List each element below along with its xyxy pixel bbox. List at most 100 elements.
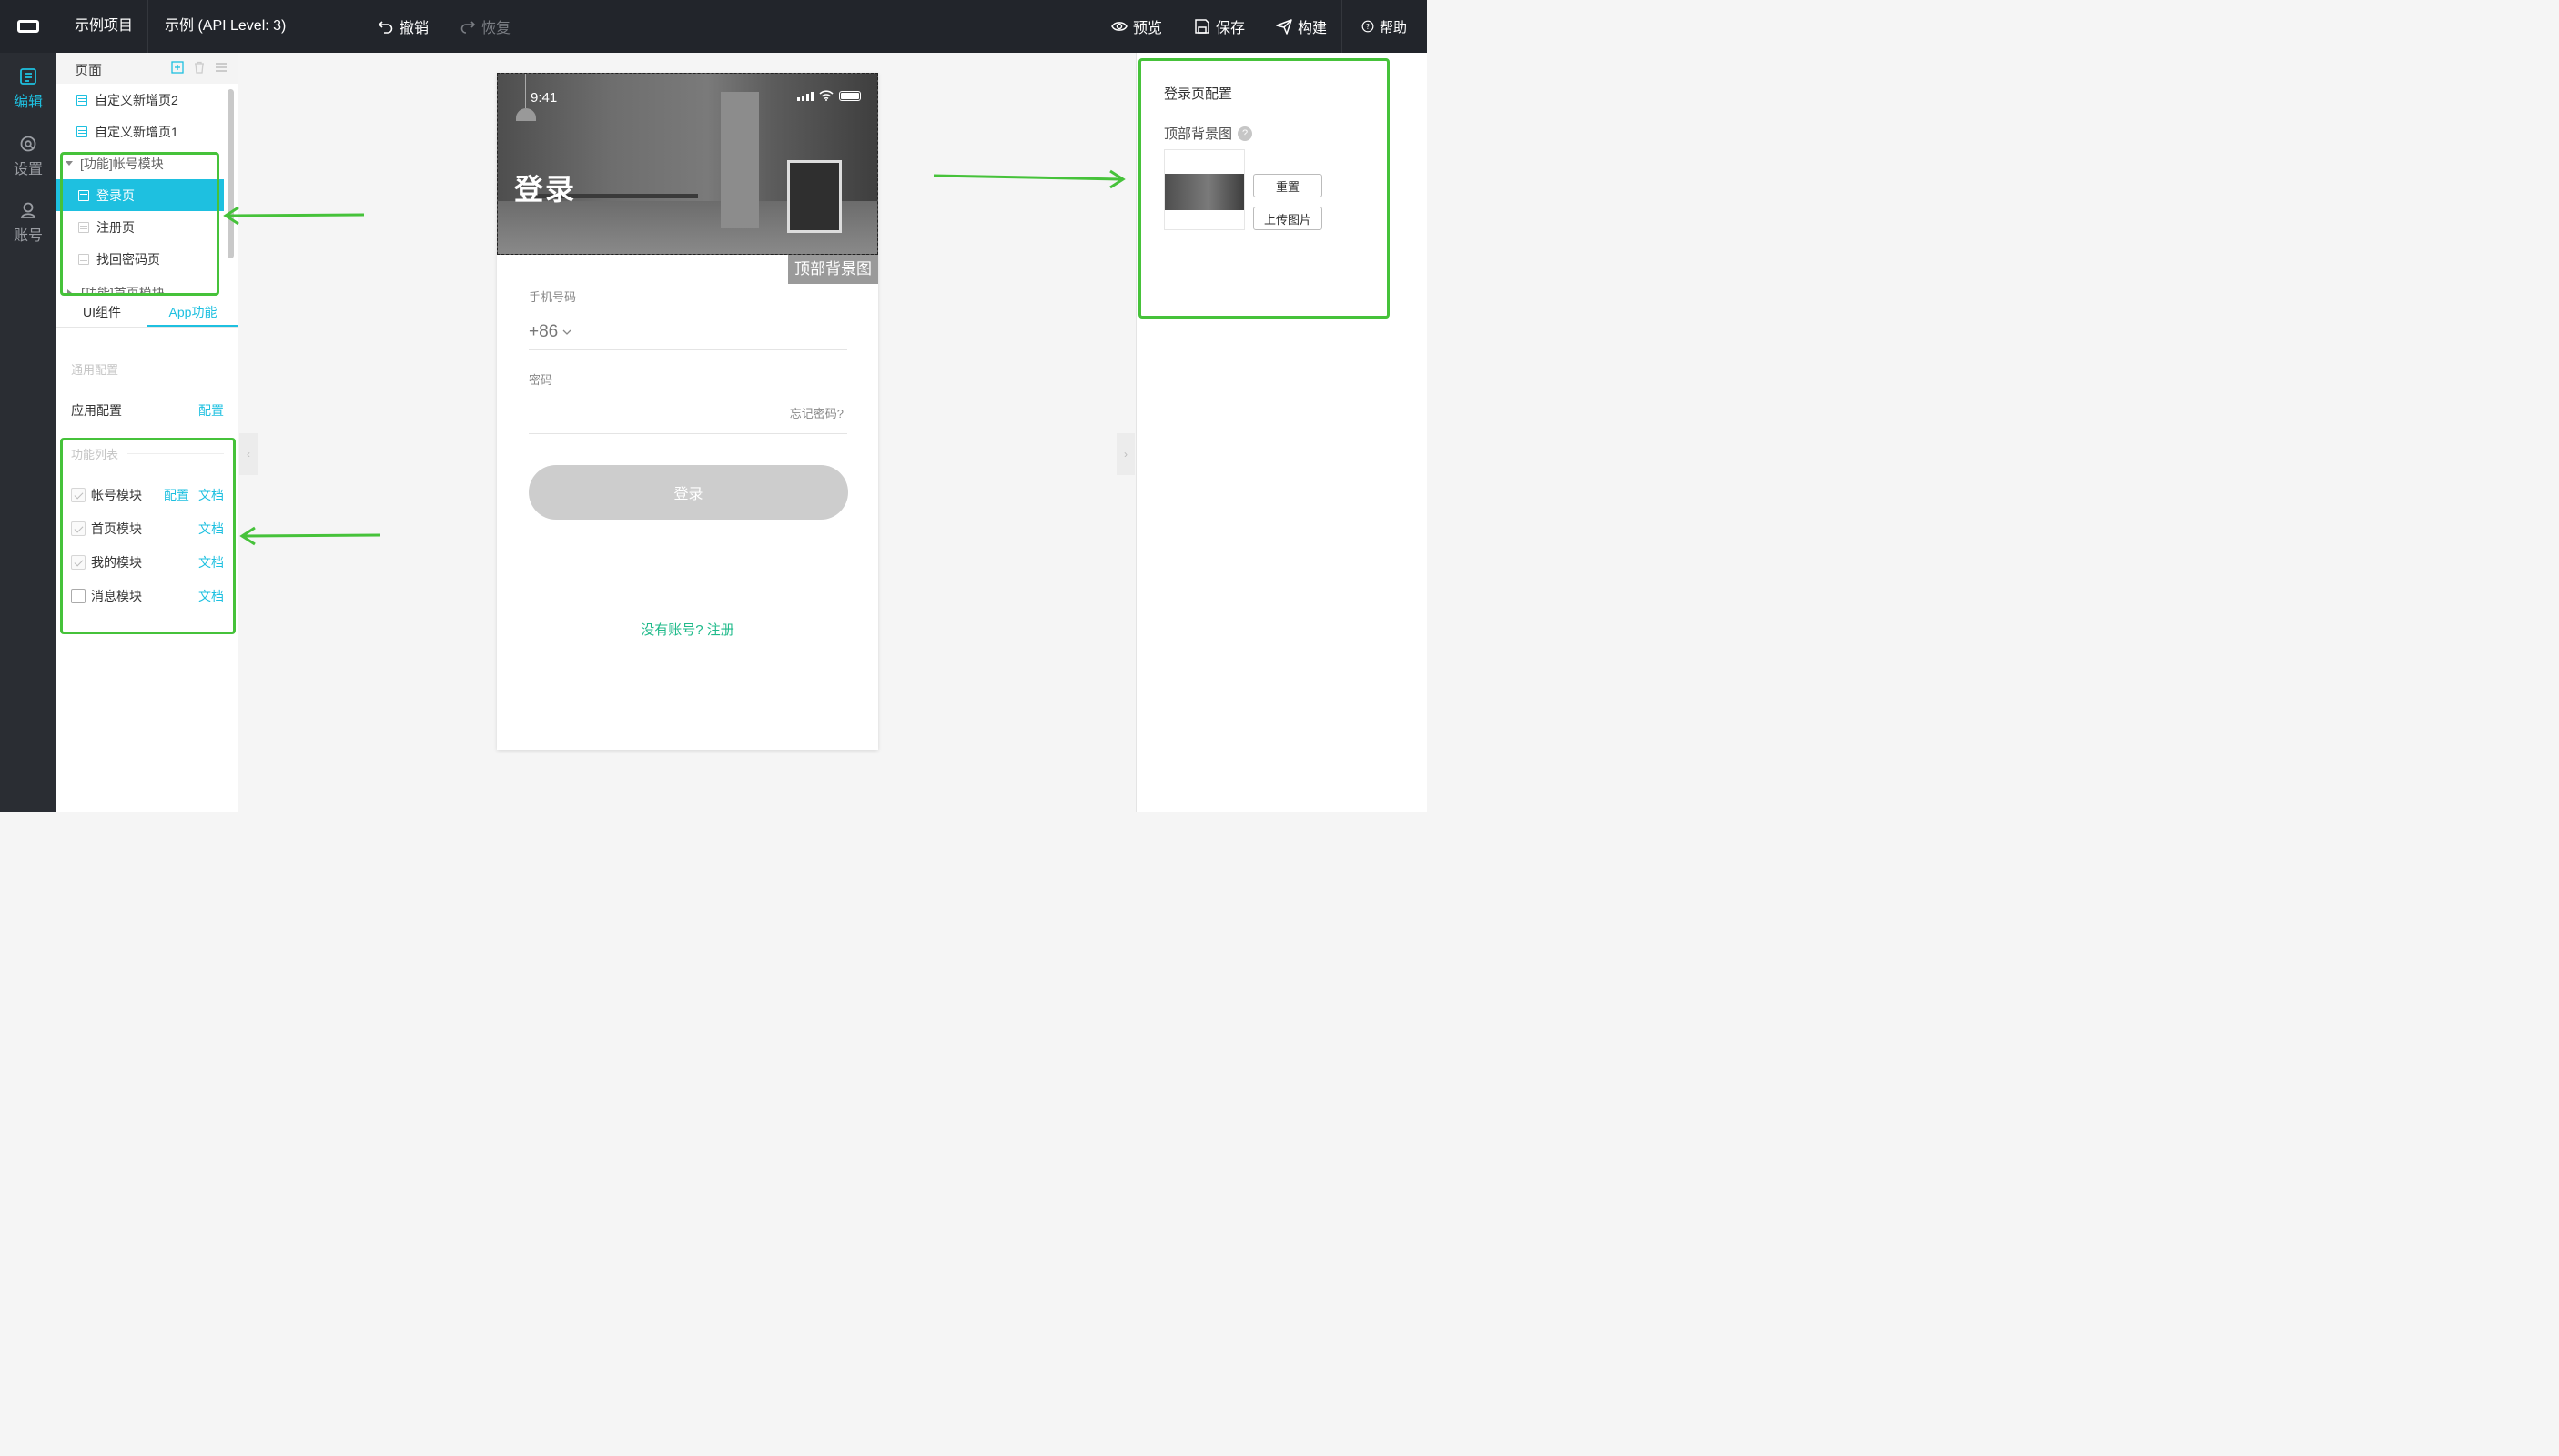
eye-icon bbox=[1111, 22, 1128, 31]
tree-item-label: [功能]首页模块 bbox=[81, 285, 165, 296]
page-icon bbox=[78, 189, 89, 201]
trash-icon[interactable] bbox=[193, 61, 206, 74]
tab-ui-components[interactable]: UI组件 bbox=[56, 297, 147, 327]
status-time: 9:41 bbox=[531, 90, 558, 106]
redo-button[interactable]: 恢复 bbox=[460, 0, 511, 53]
bg-image-label-text: 顶部背景图 bbox=[1164, 126, 1233, 142]
left-panel: 页面 自定义新增页2 自定义新增页1 [功能]帐号模块 登录页 注册页 找回密码… bbox=[56, 53, 238, 812]
page-icon bbox=[76, 94, 87, 106]
account-icon bbox=[20, 202, 36, 218]
save-icon bbox=[1195, 19, 1209, 34]
wifi-icon bbox=[819, 90, 834, 101]
rail-item-settings[interactable]: 设置 bbox=[0, 129, 56, 184]
general-config-section: 通用配置 bbox=[71, 360, 224, 378]
logo-icon bbox=[16, 20, 39, 33]
tree-item-label: 注册页 bbox=[96, 219, 135, 235]
page-tree: 自定义新增页2 自定义新增页1 [功能]帐号模块 登录页 注册页 找回密码页 [… bbox=[56, 84, 224, 295]
password-input-underline[interactable] bbox=[529, 433, 847, 434]
collapse-right-panel-icon[interactable]: › bbox=[1117, 433, 1135, 475]
component-tabs: UI组件 App功能 bbox=[56, 297, 238, 328]
phone-input-underline[interactable] bbox=[529, 349, 847, 350]
svg-text:?: ? bbox=[1366, 23, 1370, 31]
feature-row-mine: 我的模块 文档 bbox=[71, 552, 224, 572]
hero-background[interactable]: 9:41 登录 bbox=[497, 73, 878, 255]
signal-icon bbox=[797, 92, 814, 101]
top-bar: 示例项目 示例 (API Level: 3) 撤销 恢复 预览 保存 构建 ? … bbox=[0, 0, 1427, 53]
tree-item-custom-page-2[interactable]: 自定义新增页2 bbox=[56, 84, 224, 116]
rail-item-account[interactable]: 账号 bbox=[0, 196, 56, 250]
tree-group-home-module[interactable]: [功能]首页模块 bbox=[56, 277, 224, 295]
tree-item-login-page[interactable]: 登录页 bbox=[56, 179, 224, 211]
logo[interactable] bbox=[0, 0, 56, 53]
country-code: +86 bbox=[529, 322, 559, 341]
tree-item-label: 自定义新增页2 bbox=[95, 92, 178, 107]
register-link[interactable]: 没有账号? 注册 bbox=[497, 620, 878, 639]
right-panel: 登录页配置 顶部背景图 ? 重置 上传图片 bbox=[1136, 53, 1427, 812]
rail-label: 编辑 bbox=[13, 95, 43, 110]
forgot-password-link[interactable]: 忘记密码? bbox=[790, 404, 844, 421]
tree-item-custom-page-1[interactable]: 自定义新增页1 bbox=[56, 116, 224, 147]
feature-config-link[interactable]: 配置 bbox=[164, 486, 189, 504]
edit-icon bbox=[20, 68, 36, 85]
tree-item-label: [功能]帐号模块 bbox=[80, 156, 164, 171]
hero-door bbox=[721, 92, 759, 228]
feature-checkbox[interactable] bbox=[71, 589, 86, 603]
rail-item-edit[interactable]: 编辑 bbox=[0, 62, 56, 116]
build-button[interactable]: 构建 bbox=[1276, 0, 1327, 53]
feature-doc-link[interactable]: 文档 bbox=[198, 587, 224, 605]
feature-row-home: 首页模块 文档 bbox=[71, 519, 224, 539]
feature-checkbox[interactable] bbox=[71, 521, 86, 536]
feature-checkbox[interactable] bbox=[71, 488, 86, 502]
password-label: 密码 bbox=[529, 373, 553, 387]
tree-scrollbar[interactable] bbox=[228, 89, 234, 258]
feature-label: 我的模块 bbox=[91, 555, 142, 570]
feature-row-account: 帐号模块 配置 文档 bbox=[71, 485, 224, 505]
country-code-select[interactable]: +86 bbox=[529, 322, 572, 342]
project-name[interactable]: 示例项目 bbox=[75, 0, 133, 53]
tab-app-features[interactable]: App功能 bbox=[147, 297, 238, 327]
undo-button[interactable]: 撤销 bbox=[378, 0, 429, 53]
tree-item-reset-password-page[interactable]: 找回密码页 bbox=[56, 243, 224, 275]
caret-down-icon[interactable] bbox=[66, 161, 73, 166]
app-config-link[interactable]: 配置 bbox=[198, 401, 224, 420]
question-icon[interactable]: ? bbox=[1238, 126, 1253, 141]
feature-doc-link[interactable]: 文档 bbox=[198, 486, 224, 504]
feature-checkbox[interactable] bbox=[71, 555, 86, 570]
app-name[interactable]: 示例 (API Level: 3) bbox=[165, 0, 286, 53]
lamp-cord bbox=[525, 74, 526, 108]
divider bbox=[147, 0, 148, 53]
tree-group-account-module[interactable]: [功能]帐号模块 bbox=[56, 147, 224, 179]
login-button[interactable]: 登录 bbox=[529, 465, 848, 520]
feature-doc-link[interactable]: 文档 bbox=[198, 553, 224, 571]
preview-button[interactable]: 预览 bbox=[1111, 0, 1162, 53]
reset-button[interactable]: 重置 bbox=[1253, 174, 1322, 197]
add-page-icon[interactable] bbox=[171, 61, 184, 74]
build-label: 构建 bbox=[1298, 21, 1328, 36]
nav-rail: 编辑 设置 账号 bbox=[0, 53, 56, 812]
collapse-left-panel-icon[interactable]: ‹ bbox=[239, 433, 258, 475]
feature-label: 首页模块 bbox=[91, 521, 142, 536]
undo-icon bbox=[378, 21, 393, 34]
page-icon bbox=[76, 126, 87, 137]
tree-item-label: 找回密码页 bbox=[96, 251, 160, 267]
tree-item-label: 自定义新增页1 bbox=[95, 124, 178, 139]
tree-item-label: 登录页 bbox=[96, 187, 135, 203]
send-icon bbox=[1276, 19, 1292, 35]
rail-label: 设置 bbox=[13, 162, 43, 177]
feature-label: 帐号模块 bbox=[91, 488, 142, 502]
menu-icon[interactable] bbox=[215, 61, 228, 74]
caret-right-icon[interactable] bbox=[67, 288, 72, 295]
tree-item-register-page[interactable]: 注册页 bbox=[56, 211, 224, 243]
thumbnail-image bbox=[1165, 174, 1244, 210]
redo-label: 恢复 bbox=[481, 21, 511, 36]
preview-label: 预览 bbox=[1133, 21, 1163, 36]
redo-icon bbox=[460, 21, 476, 34]
upload-image-button[interactable]: 上传图片 bbox=[1253, 207, 1322, 230]
page-icon bbox=[78, 221, 89, 233]
save-button[interactable]: 保存 bbox=[1194, 0, 1245, 53]
help-button[interactable]: ? 帮助 bbox=[1361, 0, 1407, 53]
pages-title: 页面 bbox=[75, 63, 103, 78]
phone-preview: 9:41 登录 顶部背景图 手机号码 +86 密码 忘记密码? 登录 没有账号?… bbox=[497, 73, 878, 750]
help-label: 帮助 bbox=[1380, 19, 1408, 35]
feature-doc-link[interactable]: 文档 bbox=[198, 520, 224, 538]
